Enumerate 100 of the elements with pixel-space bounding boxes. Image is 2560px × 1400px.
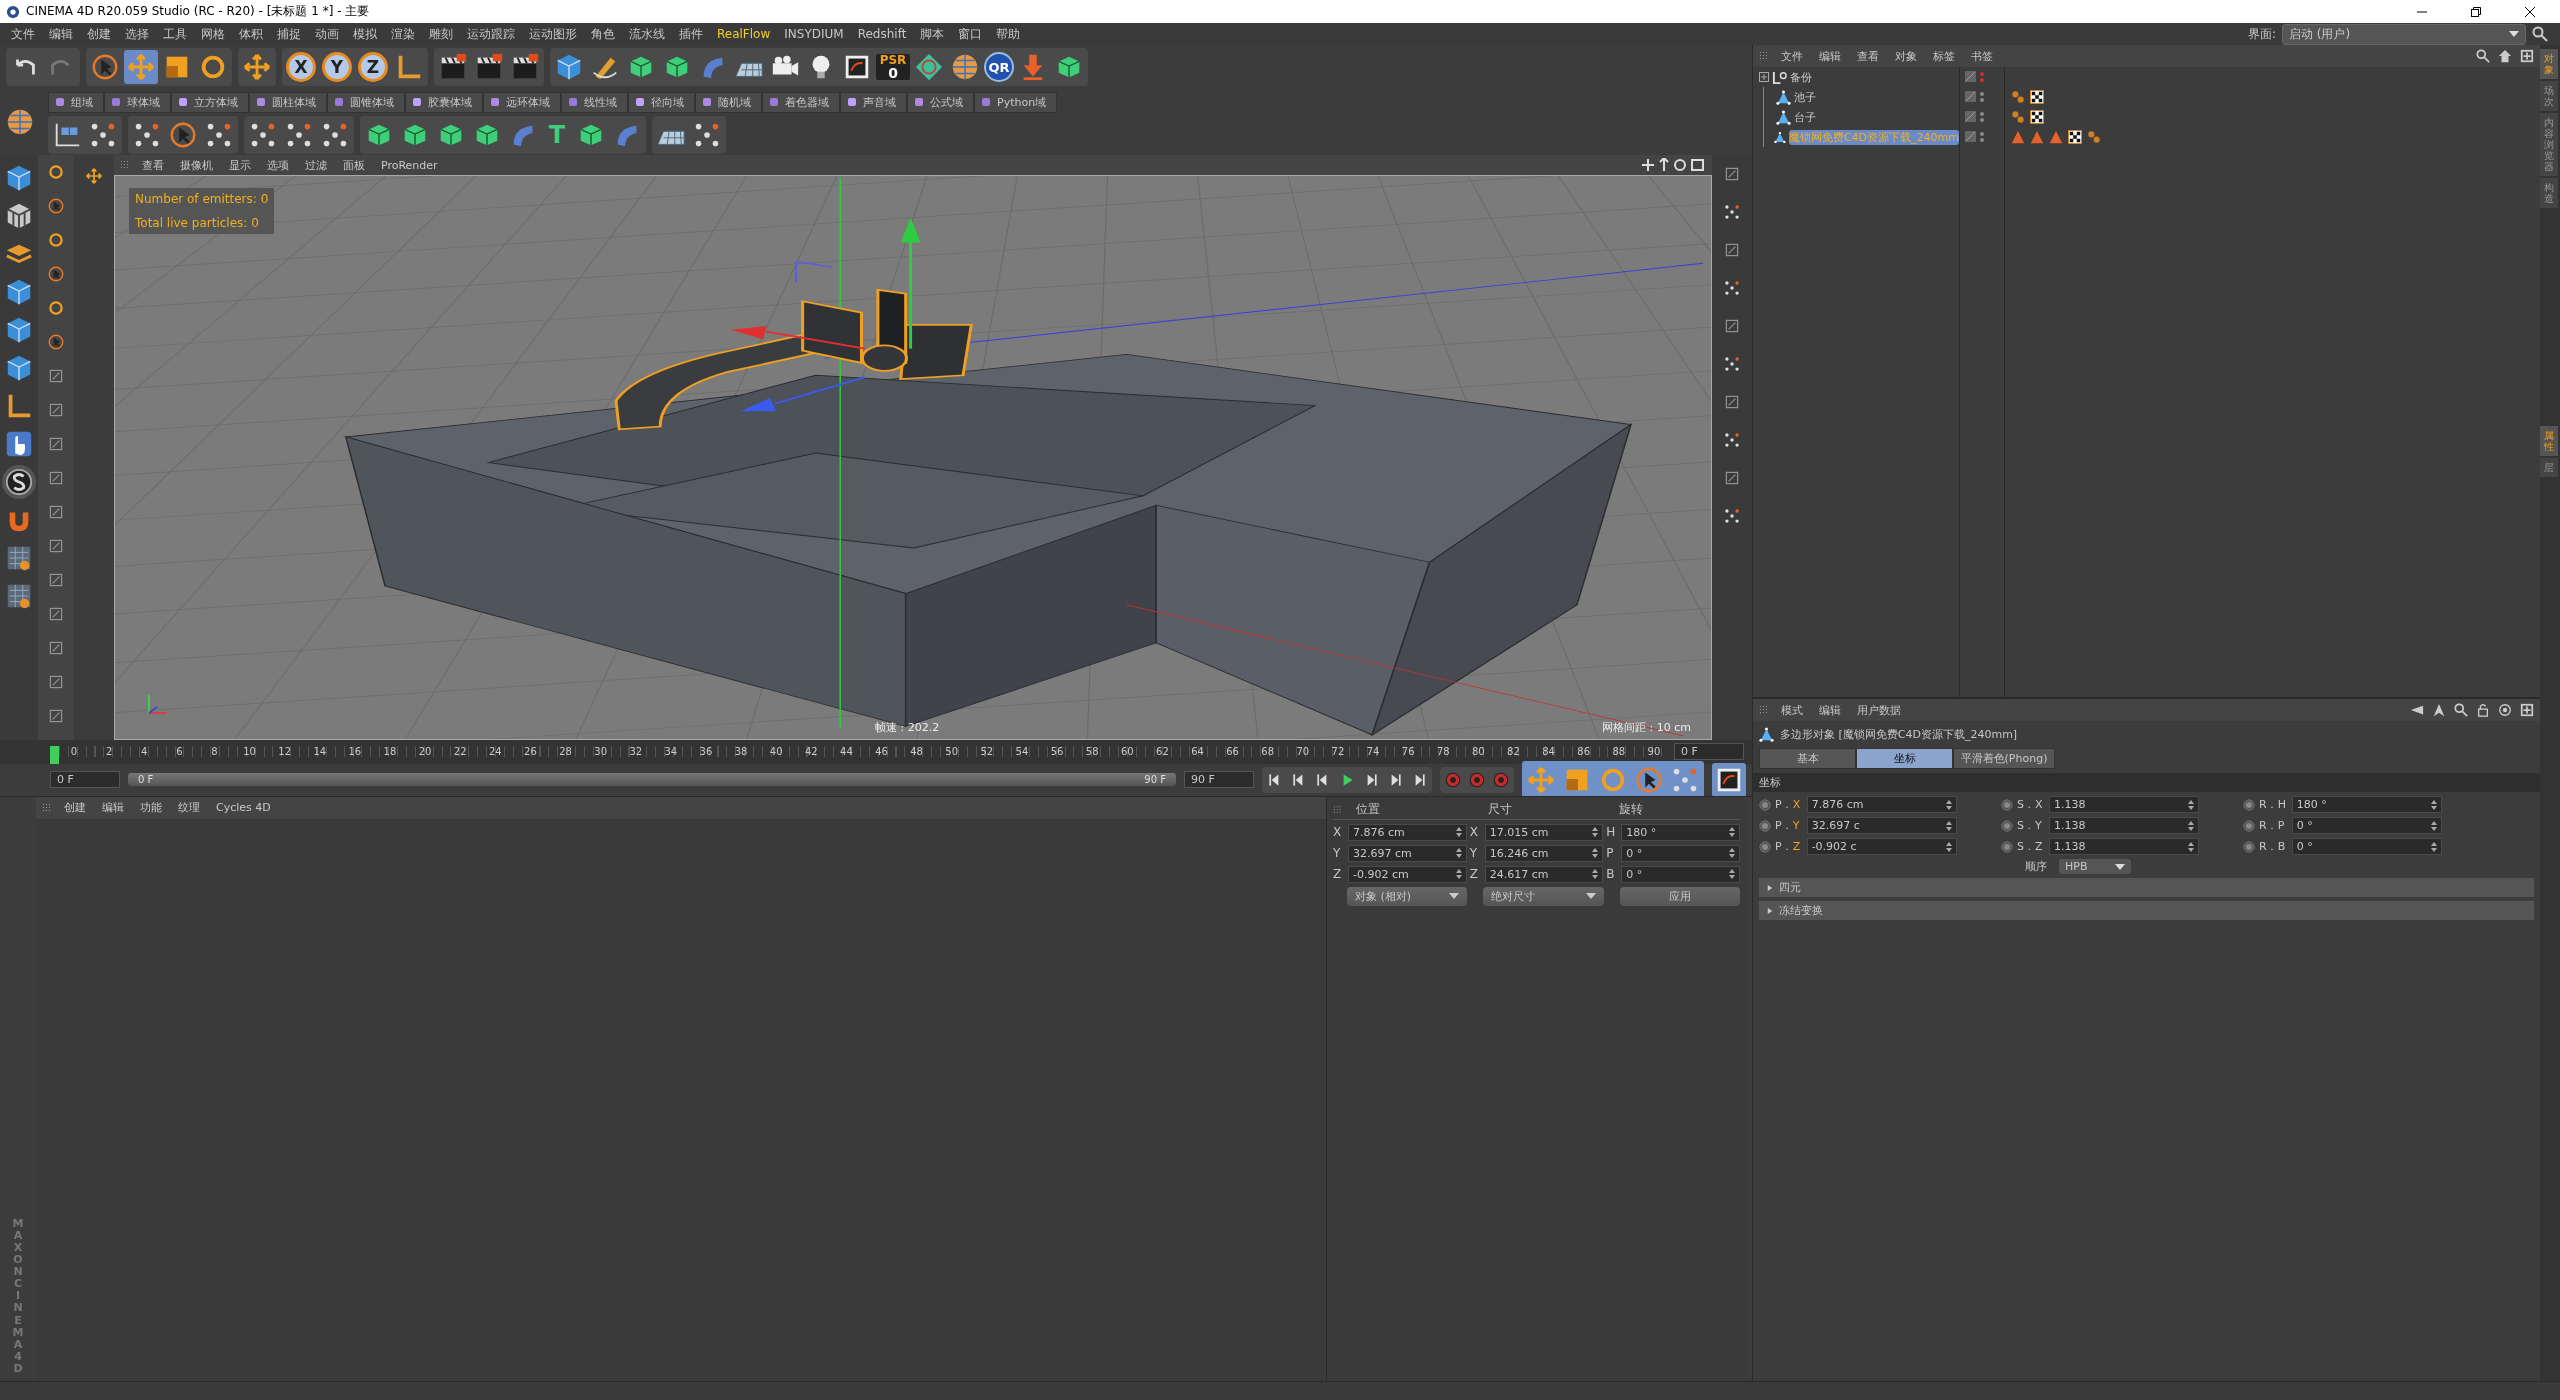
- size-field[interactable]: 24.617 cm: [1484, 865, 1604, 883]
- field-object-button[interactable]: 立方体域: [171, 91, 249, 113]
- attribute-menu-item[interactable]: 模式: [1773, 702, 1811, 718]
- menu-item[interactable]: 模拟: [346, 25, 384, 43]
- parameter-field[interactable]: 7.876 cm: [1806, 796, 1957, 813]
- position-field[interactable]: 32.697 cm: [1348, 844, 1467, 862]
- stepper-icon[interactable]: [1945, 841, 1952, 852]
- viewport-menu-item[interactable]: 摄像机: [172, 157, 221, 173]
- stepper-icon[interactable]: [1455, 827, 1462, 837]
- menu-item[interactable]: 工具: [156, 25, 194, 43]
- field-object-button[interactable]: 着色器域: [762, 91, 840, 113]
- stepper-icon[interactable]: [2188, 820, 2194, 831]
- menu-item[interactable]: 体积: [232, 25, 270, 43]
- material-menu-item[interactable]: 纹理: [170, 800, 208, 815]
- parameter-field[interactable]: 180 °: [2291, 796, 2442, 813]
- close-icon[interactable]: [2524, 5, 2536, 18]
- side-tab[interactable]: 内容浏览器: [2540, 113, 2558, 176]
- side-tab[interactable]: 属性: [2540, 426, 2558, 456]
- field-object-button[interactable]: 圆柱体域: [249, 91, 327, 113]
- menu-item[interactable]: INSYDIUM: [777, 27, 851, 41]
- position-field[interactable]: -0.902 cm: [1348, 865, 1467, 883]
- rotation-field[interactable]: 0 °: [1621, 865, 1740, 883]
- menu-item[interactable]: 渲染: [384, 25, 422, 43]
- field-object-button[interactable]: 线性域: [561, 91, 628, 113]
- parameter-field[interactable]: 1.138: [2049, 838, 2199, 855]
- collapsible-group[interactable]: 四元: [1759, 878, 2534, 897]
- field-object-button[interactable]: 径向域: [628, 91, 695, 113]
- parameter-field[interactable]: 0 °: [2291, 838, 2442, 855]
- attribute-tab[interactable]: 基本: [1759, 748, 1856, 769]
- menu-item[interactable]: 运动图形: [522, 25, 584, 43]
- current-frame-field[interactable]: 0 F: [50, 771, 120, 788]
- animation-radio-icon[interactable]: [1759, 840, 1771, 853]
- material-menu-item[interactable]: 编辑: [94, 800, 132, 815]
- field-object-button[interactable]: 远环体域: [483, 91, 561, 113]
- search-icon[interactable]: [2454, 703, 2468, 717]
- material-menu-item[interactable]: Cycles 4D: [208, 801, 279, 814]
- new-window-icon[interactable]: [2520, 49, 2534, 63]
- object-name[interactable]: 台子: [1794, 109, 1816, 125]
- attribute-tab[interactable]: 坐标: [1856, 748, 1953, 769]
- frame-range-slider[interactable]: 0 F 90 F: [128, 773, 1176, 786]
- axis-lock-button[interactable]: Z: [358, 52, 388, 82]
- menu-item[interactable]: 流水线: [622, 25, 672, 43]
- viewport-menu-item[interactable]: 过滤: [297, 157, 335, 173]
- stepper-icon[interactable]: [2188, 841, 2194, 852]
- menu-item[interactable]: 动画: [308, 25, 346, 43]
- animation-radio-icon[interactable]: [2001, 798, 2013, 811]
- stepper-icon[interactable]: [1455, 848, 1462, 858]
- collapsed-triangle-icon[interactable]: [1767, 906, 1773, 915]
- parameter-field[interactable]: 1.138: [2049, 796, 2199, 813]
- stepper-icon[interactable]: [1945, 820, 1952, 831]
- object-name[interactable]: 备份: [1790, 69, 1812, 85]
- size-mode-dropdown[interactable]: 绝对尺寸: [1483, 886, 1604, 906]
- phong-tag-icon[interactable]: [2011, 110, 2025, 124]
- field-object-button[interactable]: 球体域: [104, 91, 171, 113]
- viewport-menu-item[interactable]: ProRender: [373, 158, 446, 172]
- view-navigation-icons[interactable]: [1642, 158, 1706, 172]
- parameter-field[interactable]: 0 °: [2291, 817, 2442, 834]
- animation-radio-icon[interactable]: [2001, 819, 2013, 832]
- stepper-icon[interactable]: [1729, 827, 1735, 837]
- field-object-button[interactable]: 公式域: [907, 91, 974, 113]
- animation-radio-icon[interactable]: [1759, 798, 1771, 811]
- material-menu-item[interactable]: 创建: [56, 800, 94, 815]
- search-icon[interactable]: [2476, 49, 2490, 63]
- target-icon[interactable]: [2498, 703, 2512, 717]
- side-tab[interactable]: 场次: [2540, 81, 2558, 111]
- text-tool-button[interactable]: T: [542, 121, 572, 149]
- parameter-field[interactable]: 32.697 c: [1806, 817, 1957, 834]
- psr-button[interactable]: PSR 0: [876, 54, 910, 80]
- menu-item[interactable]: 捕捉: [270, 25, 308, 43]
- attribute-tab[interactable]: 平滑着色(Phong): [1953, 748, 2055, 769]
- checker-tag-icon[interactable]: [2030, 90, 2044, 104]
- collapsible-group[interactable]: 冻结变换: [1759, 901, 2534, 920]
- back-arrow-icon[interactable]: [2410, 703, 2424, 717]
- menu-item[interactable]: Redshift: [850, 27, 914, 41]
- end-frame-field[interactable]: 90 F: [1184, 771, 1254, 788]
- object-menu-item[interactable]: 编辑: [1811, 48, 1849, 64]
- visibility-toggle-icon[interactable]: [1964, 70, 1986, 84]
- attribute-menu-item[interactable]: 编辑: [1811, 702, 1849, 718]
- animation-radio-icon[interactable]: [2243, 819, 2255, 832]
- object-name[interactable]: 池子: [1794, 89, 1816, 105]
- field-object-button[interactable]: 组域: [48, 91, 104, 113]
- object-menu-item[interactable]: 查看: [1849, 48, 1887, 64]
- field-object-button[interactable]: 胶囊体域: [405, 91, 483, 113]
- search-icon[interactable]: [2532, 26, 2548, 42]
- move-icon[interactable]: [83, 165, 105, 187]
- collapsed-triangle-icon[interactable]: [1767, 883, 1773, 892]
- expand-icon[interactable]: [1759, 72, 1769, 82]
- viewport-menu-item[interactable]: 选项: [259, 157, 297, 173]
- animation-radio-icon[interactable]: [2001, 840, 2013, 853]
- phong-tag-icon[interactable]: [2011, 90, 2025, 104]
- side-tab[interactable]: 层: [2540, 458, 2558, 477]
- size-field[interactable]: 17.015 cm: [1484, 823, 1604, 841]
- viewport-menu-item[interactable]: 面板: [335, 157, 373, 173]
- home-icon[interactable]: [2498, 49, 2512, 63]
- menu-item[interactable]: 运动跟踪: [460, 25, 522, 43]
- object-menu-item[interactable]: 文件: [1773, 48, 1811, 64]
- menu-item[interactable]: 选择: [118, 25, 156, 43]
- new-window-icon[interactable]: [2520, 703, 2534, 717]
- playhead-marker[interactable]: [50, 746, 59, 764]
- stepper-icon[interactable]: [1592, 827, 1599, 837]
